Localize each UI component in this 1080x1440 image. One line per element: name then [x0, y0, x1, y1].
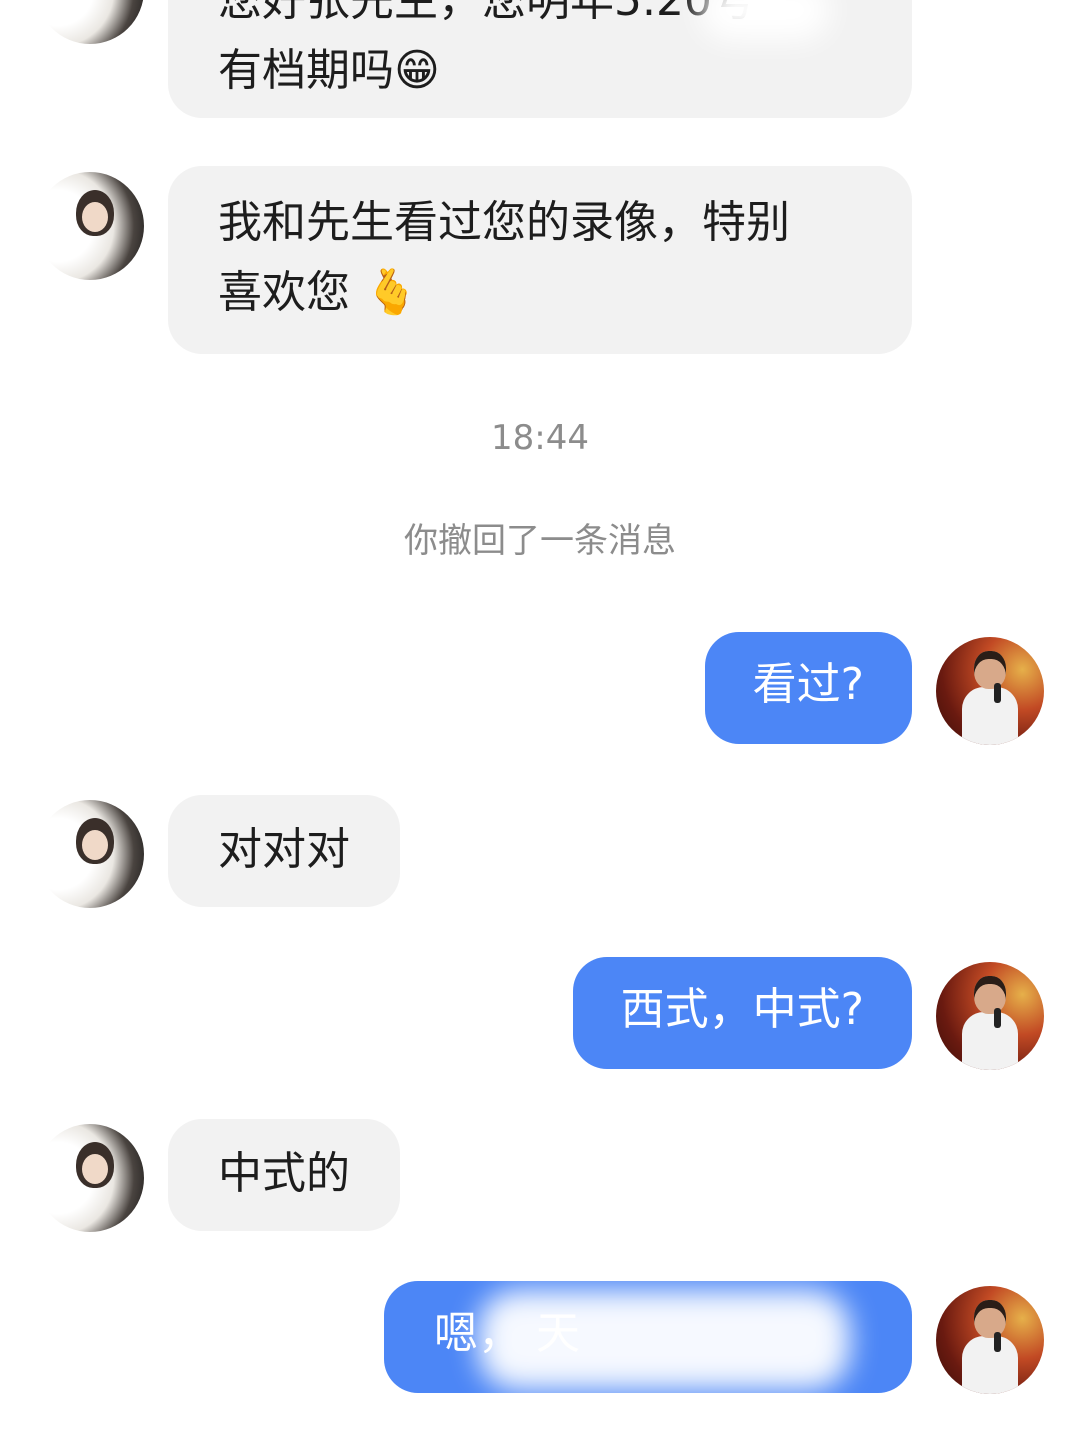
incoming-message-bubble[interactable]: 我和先生看过您的录像，特别 喜欢您 🫰 — [168, 166, 912, 354]
user-avatar[interactable] — [936, 637, 1044, 745]
message-text: 对对对 — [218, 824, 350, 875]
privacy-blur — [700, 0, 830, 40]
message-text: 我和先生看过您的录像，特别 — [218, 197, 790, 248]
message-text: 有档期吗 — [218, 45, 394, 96]
microphone-icon — [994, 1008, 1001, 1028]
contact-avatar[interactable] — [36, 1124, 144, 1232]
recalled-message-notice: 你撤回了一条消息 — [404, 521, 676, 561]
message-text: 西式，中式? — [620, 984, 864, 1035]
microphone-icon — [994, 1332, 1001, 1352]
outgoing-message-bubble[interactable]: 看过? — [704, 632, 912, 744]
finger-heart-emoji-icon: 🫰 — [364, 267, 419, 318]
microphone-icon — [994, 683, 1001, 703]
message-text: 看过? — [752, 659, 864, 710]
privacy-blur — [478, 1290, 850, 1390]
grinning-face-emoji-icon: 😁 — [394, 45, 440, 96]
contact-avatar[interactable] — [36, 0, 144, 44]
incoming-message-bubble[interactable]: 对对对 — [168, 795, 400, 907]
user-avatar[interactable] — [936, 1286, 1044, 1394]
message-timestamp: 18:44 — [491, 418, 589, 458]
contact-avatar[interactable] — [36, 172, 144, 280]
message-text: 中式的 — [218, 1148, 350, 1199]
contact-avatar[interactable] — [36, 800, 144, 908]
user-avatar[interactable] — [936, 962, 1044, 1070]
incoming-message-bubble[interactable]: 中式的 — [168, 1119, 400, 1231]
outgoing-message-bubble[interactable]: 西式，中式? — [572, 957, 912, 1069]
message-text: 喜欢您 — [218, 267, 350, 318]
